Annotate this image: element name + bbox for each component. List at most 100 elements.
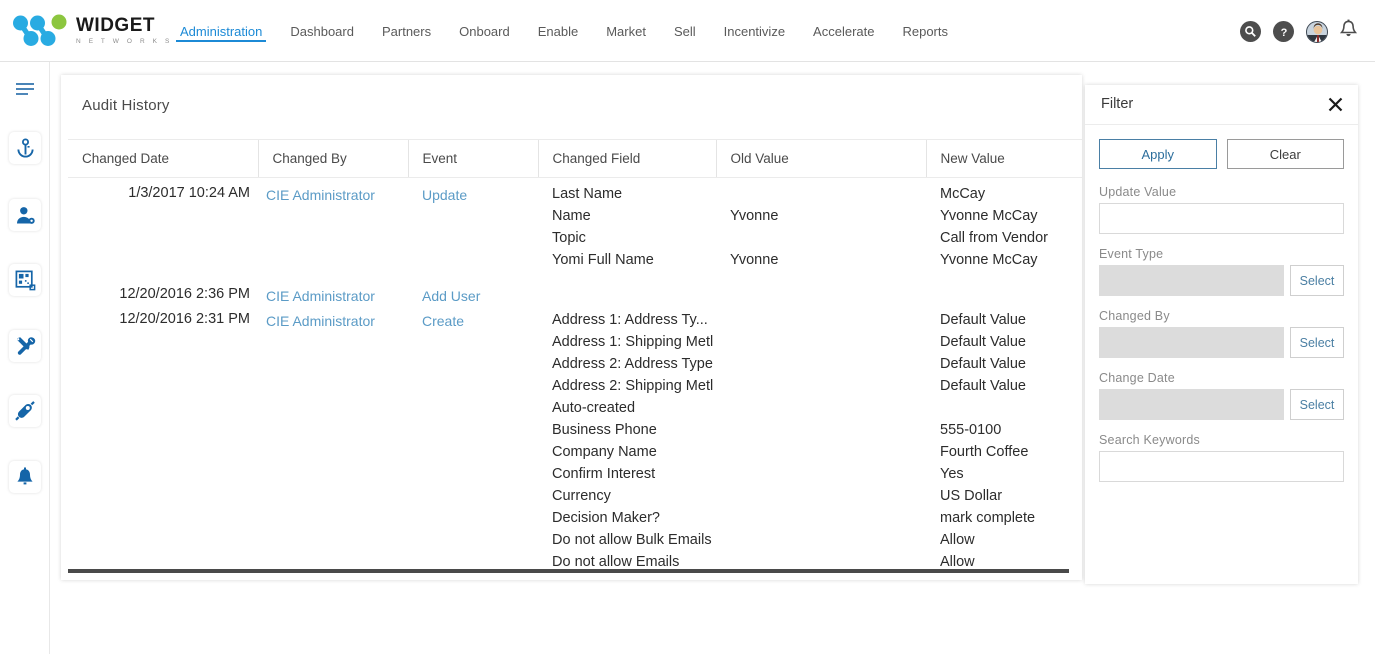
nav-item-enable[interactable]: Enable bbox=[524, 0, 592, 62]
cell-old-value-item bbox=[716, 309, 926, 331]
clear-button[interactable]: Clear bbox=[1226, 139, 1344, 169]
bell-icon[interactable] bbox=[9, 461, 41, 493]
audit-history-table: Changed Date Changed By Event Changed Field… bbox=[68, 139, 1082, 573]
cell-changed-field-item: Currency bbox=[552, 488, 611, 504]
cell-old-value: Yvonne Yvonne bbox=[716, 178, 926, 280]
nav-item-partners[interactable]: Partners bbox=[368, 0, 445, 62]
nav-item-accelerate[interactable]: Accelerate bbox=[799, 0, 888, 62]
cell-new-value: McCay Yvonne McCay Call from Vendor Yvonne … bbox=[926, 178, 1082, 280]
brand-logo[interactable]: WIDGET N E T W O R K S bbox=[12, 13, 172, 49]
cell-old-value-item bbox=[716, 529, 926, 551]
brand-name: WIDGET bbox=[76, 14, 155, 36]
filter-field-event-type: Event Type Select bbox=[1099, 247, 1344, 296]
user-avatar-icon[interactable] bbox=[1306, 20, 1328, 43]
cell-changed-field: Last Name Name Topic Yomi Full Name bbox=[538, 178, 716, 280]
user-settings-icon[interactable] bbox=[9, 199, 41, 231]
cell-event-link[interactable]: Update bbox=[408, 178, 538, 203]
cell-changed-field-item: Last Name bbox=[552, 186, 623, 202]
cell-changed-field-item: Yomi Full Name bbox=[552, 252, 654, 268]
cell-new-value-item: McCay bbox=[940, 186, 986, 202]
nav-item-market[interactable]: Market bbox=[592, 0, 660, 62]
table-row[interactable]: 12/20/2016 2:36 PM CIE Administrator Add U… bbox=[68, 279, 1082, 304]
filter-input-update-value[interactable] bbox=[1099, 203, 1344, 234]
cell-new-value-item: Default Value bbox=[940, 334, 1026, 350]
column-header-changed-by[interactable]: Changed By bbox=[257, 139, 408, 178]
nav-item-sell[interactable]: Sell bbox=[660, 0, 710, 62]
nav-item-dashboard[interactable]: Dashboard bbox=[276, 0, 368, 62]
audit-table-scroll[interactable]: Changed Date Changed By Event Changed Field… bbox=[68, 139, 1082, 573]
column-header-changed-date[interactable]: Changed Date bbox=[68, 139, 258, 178]
rocket-plug-icon[interactable] bbox=[9, 395, 41, 427]
cell-new-value-item: Fourth Coffee bbox=[940, 444, 1029, 460]
column-header-changed-field[interactable]: Changed Field bbox=[537, 139, 716, 178]
select-button[interactable]: Select bbox=[1290, 327, 1344, 358]
cell-old-value-item bbox=[716, 463, 926, 485]
cell-event-link[interactable]: Create bbox=[408, 304, 538, 329]
cell-old-value-item bbox=[716, 485, 926, 507]
filter-field-update-value: Update Value bbox=[1099, 185, 1344, 234]
nav-item-onboard[interactable]: Onboard bbox=[445, 0, 524, 62]
filter-panel: Filter Apply Clear Update Value Event Typ… bbox=[1085, 85, 1358, 584]
dashboard-grid-icon[interactable] bbox=[9, 264, 41, 296]
hamburger-menu-icon[interactable] bbox=[9, 73, 41, 105]
filter-field-change-date: Change Date Select bbox=[1099, 371, 1344, 420]
table-row[interactable]: 12/20/2016 2:31 PM CIE Administrator Creat… bbox=[68, 304, 1082, 573]
cell-changed-field-item: Do not allow Bulk Emails bbox=[552, 532, 712, 548]
column-header-event[interactable]: Event bbox=[407, 139, 538, 178]
notification-bell-icon[interactable] bbox=[1339, 19, 1358, 44]
table-row[interactable]: 1/3/2017 10:24 AM CIE Administrator Update… bbox=[68, 178, 1082, 280]
select-button[interactable]: Select bbox=[1290, 265, 1344, 296]
cell-changed-field-item: Business Phone bbox=[552, 422, 657, 438]
left-icon-rail bbox=[0, 62, 50, 654]
filter-panel-body: Apply Clear Update Value Event Type Select… bbox=[1085, 125, 1358, 482]
cell-new-value-item: Yvonne McCay bbox=[940, 208, 1038, 224]
nav-item-administration[interactable]: Administration bbox=[166, 0, 276, 62]
help-icon[interactable]: ? bbox=[1273, 21, 1294, 42]
nav-item-reports[interactable]: Reports bbox=[888, 0, 962, 62]
filter-action-buttons: Apply Clear bbox=[1099, 139, 1344, 169]
cell-changed-field-item: Auto-created bbox=[552, 400, 636, 416]
filter-panel-header: Filter bbox=[1085, 85, 1358, 125]
cell-new-value-item: Allow bbox=[940, 532, 975, 548]
filter-field-label: Changed By bbox=[1099, 309, 1170, 323]
cell-old-value-item bbox=[716, 227, 926, 249]
cell-old-value-item bbox=[716, 331, 926, 353]
horizontal-scrollbar[interactable] bbox=[68, 569, 1069, 573]
filter-input-change-date bbox=[1099, 389, 1284, 420]
anchor-key-icon[interactable] bbox=[9, 132, 41, 164]
cell-changed-by-link[interactable]: CIE Administrator bbox=[258, 304, 408, 329]
column-header-new-value[interactable]: New Value bbox=[925, 139, 1082, 178]
cell-changed-by-link[interactable]: CIE Administrator bbox=[258, 178, 408, 203]
cell-old-value-item bbox=[716, 397, 926, 419]
table-header: Changed Date Changed By Event Changed Field… bbox=[68, 139, 1082, 178]
cell-changed-field-item: Address 2: Shipping Metl bbox=[552, 378, 714, 394]
filter-title: Filter bbox=[1101, 96, 1134, 112]
cell-new-value-item: US Dollar bbox=[940, 488, 1003, 504]
tools-icon[interactable] bbox=[9, 330, 41, 362]
cell-new-value-item: Default Value bbox=[940, 356, 1026, 372]
select-button[interactable]: Select bbox=[1290, 389, 1344, 420]
cell-new-value bbox=[926, 279, 1082, 304]
cell-changed-field: Address 1: Address Ty... Address 1: Shipp… bbox=[538, 304, 716, 573]
cell-changed-field bbox=[538, 279, 716, 304]
cell-changed-date: 1/3/2017 10:24 AM bbox=[128, 185, 250, 201]
cell-event-link[interactable]: Add User bbox=[408, 279, 538, 304]
search-icon[interactable] bbox=[1240, 21, 1261, 42]
filter-input-search-keywords[interactable] bbox=[1099, 451, 1344, 482]
cell-new-value: Default Value Default Value Default Value D… bbox=[926, 304, 1082, 573]
column-header-old-value[interactable]: Old Value bbox=[715, 139, 926, 178]
top-right-icons: ? bbox=[1240, 19, 1358, 44]
cell-changed-by-link[interactable]: CIE Administrator bbox=[258, 279, 408, 304]
cell-changed-field-item: Company Name bbox=[552, 444, 657, 460]
cell-old-value bbox=[716, 304, 926, 573]
svg-text:?: ? bbox=[1280, 27, 1287, 39]
filter-field-label: Search Keywords bbox=[1099, 433, 1200, 447]
filter-input-changed-by bbox=[1099, 327, 1284, 358]
filter-field-label: Update Value bbox=[1099, 185, 1177, 199]
apply-button[interactable]: Apply bbox=[1099, 139, 1217, 169]
close-icon[interactable] bbox=[1324, 93, 1346, 115]
cell-new-value-item: 555-0100 bbox=[940, 422, 1002, 438]
audit-history-card: Audit History Changed Date Changed By Even… bbox=[61, 75, 1082, 580]
nav-item-incentivize[interactable]: Incentivize bbox=[710, 0, 799, 62]
cell-new-value-item: mark complete bbox=[940, 510, 1036, 526]
